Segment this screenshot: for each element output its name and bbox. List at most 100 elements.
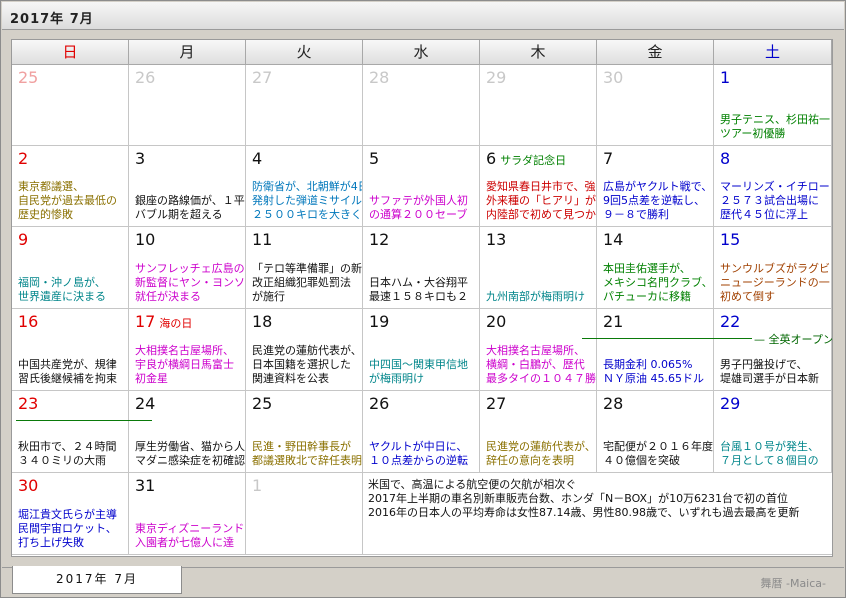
event-line: 民進党の蓮舫代表が、 <box>252 344 362 357</box>
day-cell-jul-3[interactable]: 3 銀座の路線価が、１平 バブル期を超える <box>129 146 246 227</box>
note-line: 2016年の日本人の平均寿命は女性87.14歳、男性80.98歳で、いずれも過去… <box>368 506 800 519</box>
day-cell-jul-26[interactable]: 26 ヤクルトが中日に、 １０点差からの逆転 <box>363 391 480 473</box>
event-text: 大相撲名古屋場所、 宇良が横綱日馬富士 初金星 <box>135 344 234 386</box>
day-cell-jul-19[interactable]: 19 中四国～関東甲信地 が梅雨明け <box>363 309 480 391</box>
day-number: 1 <box>252 476 263 495</box>
day-cell-jul-1[interactable]: 1 男子テニス、杉田祐一 ツアー初優勝 <box>714 65 832 146</box>
event-line: ヤクルトが中日に、 <box>369 440 468 453</box>
day-cell-jul-8[interactable]: 8 マーリンズ・イチロー ２５７３試合出場に 歴代４５位に浮上 <box>714 146 832 227</box>
holiday-name: 海の日 <box>159 317 193 330</box>
event-text: 本田圭佑選手が、 メキシコ名門クラブ、 パチューカに移籍 <box>603 262 713 304</box>
event-line: ニュージーランドの一 <box>720 276 830 289</box>
event-line: １０点差からの逆転 <box>369 454 468 467</box>
day-cell-jul-5[interactable]: 5 サファテが外国人初 の通算２００セーブ <box>363 146 480 227</box>
day-cell-jul-27[interactable]: 27 民進党の蓮舫代表が、 辞任の意向を表明 <box>480 391 597 473</box>
day-cell-jul-30[interactable]: 30 堀江貴文氏らが主導 民間宇宙ロケット、 打ち上げ失敗 <box>12 473 129 555</box>
day-cell-jul-11[interactable]: 11 「テロ等準備罪」の新 改正組織犯罪処罰法 が施行 <box>246 227 363 309</box>
day-number: 27 <box>486 394 507 413</box>
day-cell-jul-28[interactable]: 28 宅配便が２０１６年度 ４０億個を突破 <box>597 391 714 473</box>
note-line: 2017年上半期の車名別新車販売台数、ホンダ「N－BOX」が10万6231台で初… <box>368 492 789 505</box>
day-cell-jul-29[interactable]: 29 台風１０号が発生、 ７月として８個目の <box>714 391 832 473</box>
day-number: 29 <box>720 394 741 413</box>
day-cell-jul-21[interactable]: 21 長期金利 0.065% ＮＹ原油 45.65ドル <box>597 309 714 391</box>
event-line: 民間宇宙ロケット、 <box>18 522 117 535</box>
event-span-label: — 全英オープン — <box>754 333 833 346</box>
event-text: 中国共産党が、規律 習氏後継候補を拘束 <box>18 358 117 386</box>
day-cell-jul-7[interactable]: 7 広島がヤクルト戦で、 9回5点差を逆転し、 ９－８で勝利 <box>597 146 714 227</box>
event-line: 自民党が過去最低の <box>18 194 117 207</box>
event-line: 外来種の「ヒアリ」が <box>486 194 596 207</box>
event-span-text: 全英オープン <box>768 333 833 346</box>
event-line: サファテが外国人初 <box>369 194 468 207</box>
event-line: 最速１５８キロも２ <box>369 290 468 303</box>
event-text: 愛知県春日井市で、強 外来種の「ヒアリ」が 内陸部で初めて見つか <box>486 180 596 222</box>
event-line: 日本国籍を選択した <box>252 358 351 371</box>
event-text: 大相撲名古屋場所、 横綱・白鵬が、歴代 最多タイの１０４７勝 <box>486 344 596 386</box>
day-cell-jul-9[interactable]: 9 福岡・沖ノ島が、 世界遺産に決まる <box>12 227 129 309</box>
day-cell-jul-6[interactable]: 6 サラダ記念日 愛知県春日井市で、強 外来種の「ヒアリ」が 内陸部で初めて見つか <box>480 146 597 227</box>
monthly-notes: 米国で、高温による航空便の欠航が相次ぐ 2017年上半期の車名別新車販売台数、ホ… <box>363 473 832 555</box>
event-line: マーリンズ・イチロー <box>720 180 830 193</box>
tab-month[interactable]: 2017年 7月 <box>12 566 182 594</box>
day-cell-jul-25[interactable]: 25 民進・野田幹事長が 都議選敗北で辞任表明 <box>246 391 363 473</box>
day-number: 25 <box>18 68 39 87</box>
day-cell-jun-29[interactable]: 29 <box>480 65 597 146</box>
day-cell-jul-15[interactable]: 15 サンウルブズがラグビー ニュージーランドの一 初めて倒す <box>714 227 832 309</box>
event-line: 初めて倒す <box>720 290 775 303</box>
day-cell-jun-30[interactable]: 30 <box>597 65 714 146</box>
event-line: 防衛省が、北朝鮮が4日 <box>252 180 363 193</box>
day-cell-jul-31[interactable]: 31 東京ディズニーランド 入園者が七億人に達 <box>129 473 246 555</box>
event-line: 福岡・沖ノ島が、 <box>18 276 106 289</box>
day-cell-jun-28[interactable]: 28 <box>363 65 480 146</box>
event-line: バブル期を超える <box>135 208 223 221</box>
day-cell-jul-22[interactable]: 22 男子円盤投げで、 堤雄司選手が日本新 <box>714 309 832 391</box>
day-cell-jul-23[interactable]: 23 秋田市で、２４時間 ３４０ミリの大雨 <box>12 391 129 473</box>
day-cell-jul-2[interactable]: 2 東京都議選、 自民党が過去最低の 歴史的惨敗 <box>12 146 129 227</box>
event-text: 福岡・沖ノ島が、 世界遺産に決まる <box>18 276 106 304</box>
event-line: 歴史的惨敗 <box>18 208 73 221</box>
day-cell-jun-26[interactable]: 26 <box>129 65 246 146</box>
day-cell-aug-1[interactable]: 1 <box>246 473 363 555</box>
day-cell-jul-13[interactable]: 13 九州南部が梅雨明け <box>480 227 597 309</box>
day-cell-jul-18[interactable]: 18 民進党の蓮舫代表が、 日本国籍を選択した 関連資料を公表 <box>246 309 363 391</box>
app-brand: 舞暦 -Maica- <box>760 577 826 590</box>
day-cell-jul-17[interactable]: 17 海の日 大相撲名古屋場所、 宇良が横綱日馬富士 初金星 <box>129 309 246 391</box>
event-line: ２５００キロを大きく <box>252 208 362 221</box>
day-cell-jul-20[interactable]: 20 大相撲名古屋場所、 横綱・白鵬が、歴代 最多タイの１０４７勝 <box>480 309 597 391</box>
calendar-grid: 日 月 火 水 木 金 土 25 26 27 28 29 30 1 男子テニス、… <box>12 40 832 556</box>
event-line: 発射した弾道ミサイル <box>252 194 362 207</box>
event-text: 九州南部が梅雨明け <box>486 290 585 304</box>
event-line: ２５７３試合出場に <box>720 194 819 207</box>
event-line: 東京都議選、 <box>18 180 84 193</box>
event-text: 「テロ等準備罪」の新 改正組織犯罪処罰法 が施行 <box>252 262 362 304</box>
calendar-window: 2017年 7月 日 月 火 水 木 金 土 25 26 27 28 29 30… <box>0 0 846 598</box>
day-cell-jul-14[interactable]: 14 本田圭佑選手が、 メキシコ名門クラブ、 パチューカに移籍 <box>597 227 714 309</box>
day-cell-jun-25[interactable]: 25 <box>12 65 129 146</box>
day-number: 19 <box>369 312 390 331</box>
day-number: 7 <box>603 149 614 168</box>
event-text: 中四国～関東甲信地 が梅雨明け <box>369 358 468 386</box>
day-number: 28 <box>603 394 624 413</box>
weekday-header-fri: 金 <box>597 40 714 65</box>
day-cell-jul-10[interactable]: 10 サンフレッチェ広島の 新監督にヤン・ヨンソ 就任が決まる <box>129 227 246 309</box>
event-text: マーリンズ・イチロー ２５７３試合出場に 歴代４５位に浮上 <box>720 180 830 222</box>
day-cell-jul-4[interactable]: 4 防衛省が、北朝鮮が4日 発射した弾道ミサイル ２５００キロを大きく <box>246 146 363 227</box>
day-cell-jul-16[interactable]: 16 中国共産党が、規律 習氏後継候補を拘束 <box>12 309 129 391</box>
day-cell-jul-12[interactable]: 12 日本ハム・大谷翔平 最速１５８キロも２ <box>363 227 480 309</box>
day-number: 20 <box>486 312 507 331</box>
day-number: 29 <box>486 68 507 87</box>
event-line: 広島がヤクルト戦で、 <box>603 180 713 193</box>
day-number: 11 <box>252 230 273 249</box>
event-line: 関連資料を公表 <box>252 372 329 385</box>
day-cell-jun-27[interactable]: 27 <box>246 65 363 146</box>
event-line: 打ち上げ失敗 <box>18 536 84 549</box>
event-text: サファテが外国人初 の通算２００セーブ <box>369 194 468 222</box>
day-number: 28 <box>369 68 390 87</box>
event-line: ４０億個を突破 <box>603 454 680 467</box>
day-number: 30 <box>603 68 624 87</box>
event-line: 民進・野田幹事長が <box>252 440 351 453</box>
day-cell-jul-24[interactable]: 24 厚生労働省、猫から人 マダニ感染症を初確認 <box>129 391 246 473</box>
day-number: 23 <box>18 394 39 413</box>
notes-text: 米国で、高温による航空便の欠航が相次ぐ 2017年上半期の車名別新車販売台数、ホ… <box>368 478 800 520</box>
calendar-frame: 日 月 火 水 木 金 土 25 26 27 28 29 30 1 男子テニス、… <box>11 39 833 557</box>
